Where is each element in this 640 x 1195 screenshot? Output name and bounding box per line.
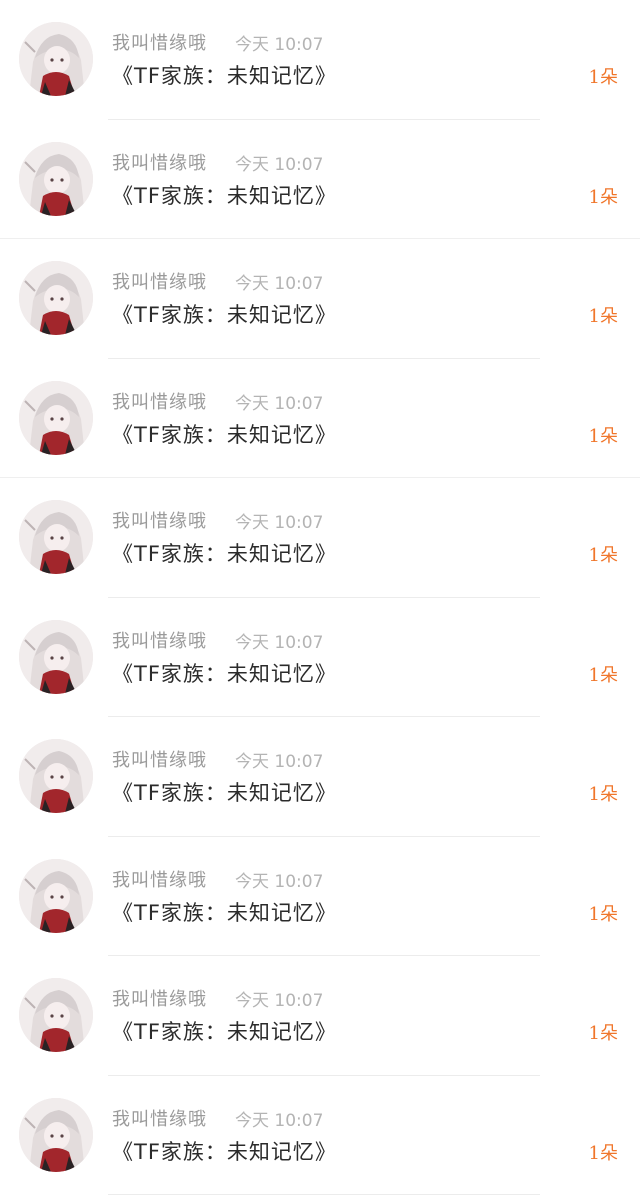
gift-count: 1朵 [588,186,618,208]
gift-count: 1朵 [588,784,618,805]
list-item[interactable]: 我叫惜缘哦 今天 10:07 《TF家族：未知记忆》 1朵 [0,837,640,956]
list-item[interactable]: 我叫惜缘哦 今天 10:07 《TF家族：未知记忆》 1朵 [0,717,640,837]
avatar[interactable] [19,141,93,216]
anime-avatar-icon [19,141,93,216]
timestamp: 今天 10:07 [235,632,324,653]
avatar[interactable] [19,500,93,574]
username[interactable]: 我叫惜缘哦 [112,627,207,653]
gift-count: 1朵 [588,1023,618,1044]
timestamp: 今天 10:07 [235,274,324,294]
list-item[interactable]: 我叫惜缘哦 今天 10:07 《TF家族：未知记忆》 1朵 [0,956,640,1076]
list-item[interactable]: 我叫惜缘哦 今天 10:07 《TF家族：未知记忆》 1朵 [0,1076,640,1195]
avatar[interactable] [19,1097,93,1172]
list-item[interactable]: 我叫惜缘哦 今天 10:07 《TF家族：未知记忆》 1朵 [0,239,640,359]
username[interactable]: 我叫惜缘哦 [112,149,207,175]
username[interactable]: 我叫惜缘哦 [112,268,207,294]
anime-avatar-icon [19,739,93,813]
gift-count: 1朵 [588,425,618,447]
message-text: 《TF家族：未知记忆》 [112,900,337,925]
message-text: 《TF家族：未知记忆》 [112,303,337,327]
timestamp: 今天 10:07 [235,154,324,175]
anime-avatar-icon [19,500,93,574]
username[interactable]: 我叫惜缘哦 [112,746,207,772]
list-item[interactable]: 我叫惜缘哦 今天 10:07 《TF家族：未知记忆》 1朵 [0,359,640,478]
list-item[interactable]: 我叫惜缘哦 今天 10:07 《TF家族：未知记忆》 1朵 [0,0,640,120]
username[interactable]: 我叫惜缘哦 [112,29,207,55]
timestamp: 今天 10:07 [235,35,324,55]
username[interactable]: 我叫惜缘哦 [112,507,207,533]
anime-avatar-icon [19,619,93,694]
gift-count: 1朵 [588,306,618,327]
anime-avatar-icon [19,22,93,96]
anime-avatar-icon [19,261,93,335]
avatar[interactable] [19,261,93,335]
avatar[interactable] [19,380,93,455]
username[interactable]: 我叫惜缘哦 [112,866,207,892]
avatar[interactable] [19,619,93,694]
anime-avatar-icon [19,380,93,455]
avatar[interactable] [19,739,93,813]
avatar[interactable] [19,22,93,96]
timestamp: 今天 10:07 [235,991,324,1011]
message-text: 《TF家族：未知记忆》 [112,542,337,566]
timestamp: 今天 10:07 [235,871,324,892]
list-item[interactable]: 我叫惜缘哦 今天 10:07 《TF家族：未知记忆》 1朵 [0,478,640,598]
message-text: 《TF家族：未知记忆》 [112,781,337,805]
anime-avatar-icon [19,858,93,933]
message-text: 《TF家族：未知记忆》 [112,1020,337,1044]
message-text: 《TF家族：未知记忆》 [112,422,337,447]
message-text: 《TF家族：未知记忆》 [112,1139,337,1164]
gift-count: 1朵 [588,67,618,88]
gift-count: 1朵 [588,903,618,925]
timestamp: 今天 10:07 [235,1110,324,1131]
gift-count: 1朵 [588,545,618,566]
anime-avatar-icon [19,978,93,1052]
gift-count: 1朵 [588,1142,618,1164]
username[interactable]: 我叫惜缘哦 [112,388,207,414]
timestamp: 今天 10:07 [235,752,324,772]
avatar[interactable] [19,978,93,1052]
message-text: 《TF家族：未知记忆》 [112,183,337,208]
message-text: 《TF家族：未知记忆》 [112,64,337,88]
gift-count: 1朵 [588,664,618,686]
gift-record-list: 我叫惜缘哦 今天 10:07 《TF家族：未知记忆》 1朵 我叫惜缘哦 今天 1… [0,0,640,1195]
timestamp: 今天 10:07 [235,513,324,533]
list-item[interactable]: 我叫惜缘哦 今天 10:07 《TF家族：未知记忆》 1朵 [0,598,640,717]
message-text: 《TF家族：未知记忆》 [112,661,337,686]
timestamp: 今天 10:07 [235,393,324,414]
anime-avatar-icon [19,1097,93,1172]
list-item[interactable]: 我叫惜缘哦 今天 10:07 《TF家族：未知记忆》 1朵 [0,120,640,239]
avatar[interactable] [19,858,93,933]
username[interactable]: 我叫惜缘哦 [112,1105,207,1131]
username[interactable]: 我叫惜缘哦 [112,985,207,1011]
